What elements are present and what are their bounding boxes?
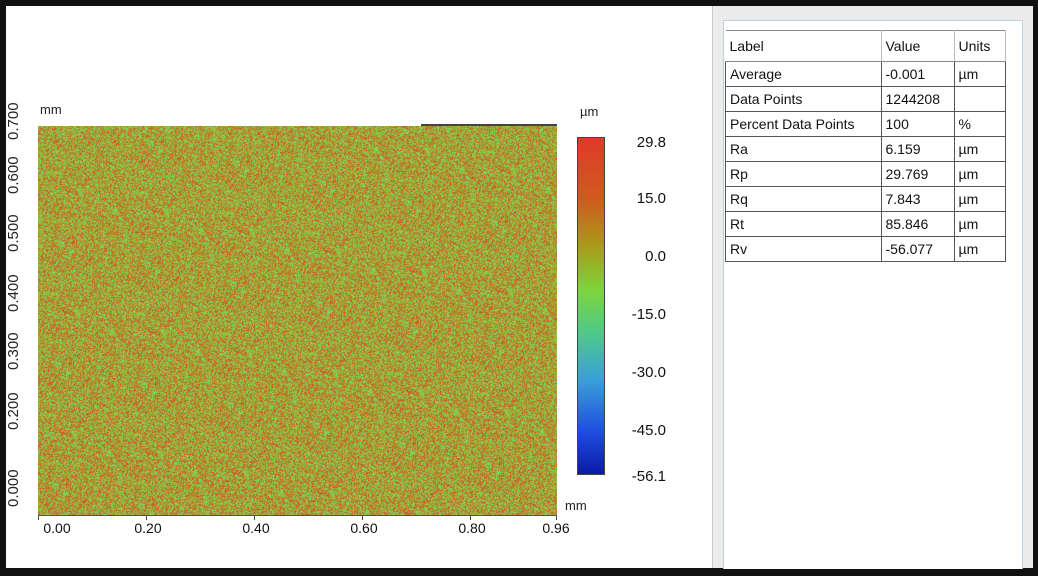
- cell-label: Percent Data Points: [725, 111, 882, 137]
- x-tick-label: 0.00: [43, 520, 71, 536]
- cell-value: -56.077: [880, 236, 955, 262]
- table-row[interactable]: Rt 85.846 µm: [725, 211, 1006, 237]
- cell-value: 100: [880, 111, 955, 137]
- y-tick-label: 0.300: [5, 332, 22, 370]
- cell-units: %: [953, 111, 1006, 137]
- statistics-panel: Label Value Units Average -0.001 µm Data…: [712, 6, 1033, 569]
- cell-units: µm: [953, 236, 1006, 262]
- column-header-units[interactable]: Units: [954, 30, 1006, 62]
- cell-label: Rp: [725, 161, 882, 187]
- table-header-row: Label Value Units: [725, 30, 1006, 62]
- cell-units: [953, 86, 1006, 112]
- color-scale-label: -30.0: [631, 364, 666, 381]
- y-tick-label: 0.000: [5, 469, 22, 507]
- y-tick-label: 0.700: [5, 102, 22, 140]
- cell-units: µm: [953, 136, 1006, 162]
- y-tick-label: 0.400: [5, 274, 22, 312]
- statistics-grid-container: Label Value Units Average -0.001 µm Data…: [723, 20, 1023, 569]
- color-scale-label: 15.0: [636, 190, 666, 207]
- cell-value: 29.769: [880, 161, 955, 187]
- cell-value: 1244208: [880, 86, 955, 112]
- y-tick-label: 0.600: [5, 156, 22, 194]
- cell-label: Rv: [725, 236, 882, 262]
- y-tick-label: 0.500: [5, 214, 22, 252]
- cell-value: 6.159: [880, 136, 955, 162]
- cell-label: Rt: [725, 211, 882, 237]
- color-scale-bar: [577, 137, 605, 475]
- x-tick-mark: [38, 516, 39, 520]
- z-unit-label: µm: [580, 104, 599, 119]
- cell-label: Rq: [725, 186, 882, 212]
- x-unit-label: mm: [565, 498, 587, 513]
- table-row[interactable]: Ra 6.159 µm: [725, 136, 1006, 162]
- x-tick-label: 0.80: [458, 520, 486, 536]
- color-scale-label: -56.1: [631, 468, 666, 485]
- cell-units: µm: [953, 211, 1006, 237]
- color-scale-label: 0.0: [645, 248, 666, 265]
- cell-label: Ra: [725, 136, 882, 162]
- color-scale-label: -15.0: [631, 306, 666, 323]
- table-row[interactable]: Rq 7.843 µm: [725, 186, 1006, 212]
- color-scale-label: 29.8: [636, 134, 666, 151]
- cell-value: -0.001: [880, 61, 955, 87]
- table-row[interactable]: Percent Data Points 100 %: [725, 111, 1006, 137]
- x-axis: 0.00 0.20 0.40 0.60 0.80 0.96: [38, 516, 570, 546]
- x-tick-label: 0.96: [542, 520, 570, 536]
- cell-units: µm: [953, 61, 1006, 87]
- x-tick-label: 0.60: [350, 520, 378, 536]
- table-row[interactable]: Average -0.001 µm: [725, 61, 1006, 87]
- cell-label: Average: [725, 61, 882, 87]
- cell-value: 7.843: [880, 186, 955, 212]
- surface-heatmap[interactable]: [38, 126, 557, 516]
- surface-heatmap-canvas: [38, 126, 557, 515]
- color-scale-label: -45.0: [631, 422, 666, 439]
- table-row[interactable]: Rv -56.077 µm: [725, 236, 1006, 262]
- statistics-table: Label Value Units Average -0.001 µm Data…: [725, 30, 1006, 262]
- cell-label: Data Points: [725, 86, 882, 112]
- table-row[interactable]: Rp 29.769 µm: [725, 161, 1006, 187]
- cell-units: µm: [953, 186, 1006, 212]
- cell-units: µm: [953, 161, 1006, 187]
- column-header-value[interactable]: Value: [881, 30, 955, 62]
- y-tick-label: 0.200: [5, 392, 22, 430]
- table-row[interactable]: Data Points 1244208: [725, 86, 1006, 112]
- x-tick-label: 0.20: [134, 520, 162, 536]
- column-header-label[interactable]: Label: [725, 30, 882, 62]
- y-axis: 0.700 0.600 0.500 0.400 0.300 0.200 0.00…: [5, 102, 36, 515]
- cell-value: 85.846: [880, 211, 955, 237]
- x-tick-label: 0.40: [242, 520, 270, 536]
